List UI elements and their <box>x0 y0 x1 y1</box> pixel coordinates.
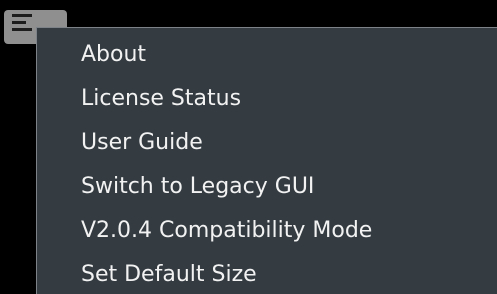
app-window: About License Status User Guide › Switch… <box>0 0 497 294</box>
menu-item-label: User Guide <box>81 129 203 155</box>
menu-item-user-guide[interactable]: User Guide › <box>81 124 493 160</box>
menu-icon <box>12 12 34 34</box>
menu-item-set-default-size[interactable]: Set Default Size <box>81 256 493 292</box>
menu-item-compatibility-mode[interactable]: V2.0.4 Compatibility Mode <box>81 212 493 248</box>
menu-item-license-status[interactable]: License Status <box>81 80 493 116</box>
menu-item-switch-legacy-gui[interactable]: Switch to Legacy GUI <box>81 168 493 204</box>
menu-item-label: Set Default Size <box>81 261 257 287</box>
dropdown-menu: About License Status User Guide › Switch… <box>36 27 497 294</box>
menu-item-label: License Status <box>81 85 242 111</box>
menu-item-label: About <box>81 41 147 67</box>
menu-item-about[interactable]: About <box>81 36 493 72</box>
menu-item-label: Switch to Legacy GUI <box>81 173 315 199</box>
menu-item-label: V2.0.4 Compatibility Mode <box>81 217 373 243</box>
